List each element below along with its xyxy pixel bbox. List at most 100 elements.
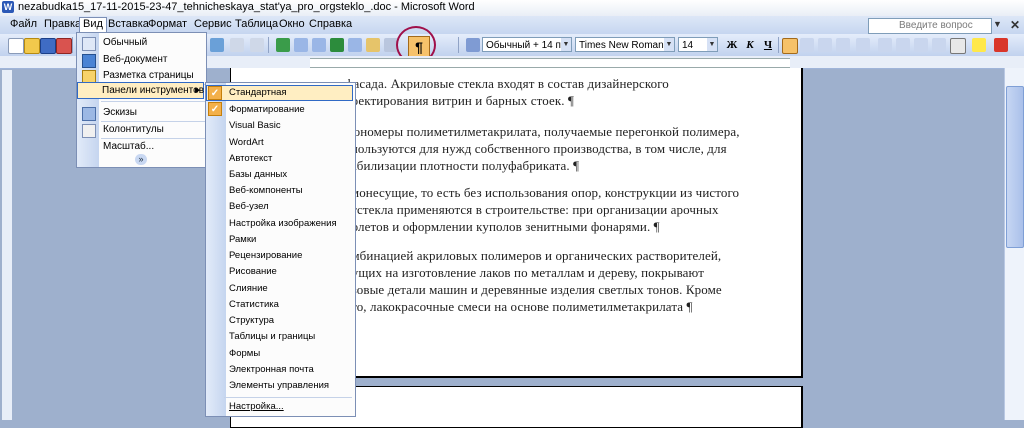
toolbar-database[interactable]: Базы данных xyxy=(229,169,287,180)
toolbar-mail-merge[interactable]: Слияние xyxy=(229,283,268,294)
help-search-placeholder: Введите вопрос xyxy=(899,20,973,31)
menu-separator xyxy=(224,397,352,398)
toolbar-tables-borders[interactable]: Таблицы и границы xyxy=(229,331,315,342)
new-document-icon[interactable] xyxy=(8,38,24,54)
toolbar-outlining[interactable]: Структура xyxy=(229,315,274,326)
align-left-icon[interactable] xyxy=(782,38,798,54)
view-web-layout[interactable]: Веб-документ xyxy=(103,54,168,65)
toolbar-visual-basic[interactable]: Visual Basic xyxy=(229,120,281,131)
toolbar-web[interactable]: Веб-узел xyxy=(229,201,269,212)
expand-menu-icon[interactable]: » xyxy=(135,154,147,165)
toolbar-reviewing[interactable]: Рецензирование xyxy=(229,250,302,261)
menu-file[interactable]: Файл xyxy=(10,18,37,30)
close-document-icon[interactable]: ✕ xyxy=(1010,18,1020,32)
menu-window[interactable]: Окно xyxy=(279,18,305,30)
doc-line: Лономеры полиметилметакрилата, получаемы… xyxy=(345,124,740,139)
view-zoom[interactable]: Масштаб... xyxy=(103,141,154,152)
bullets-icon[interactable] xyxy=(896,38,910,52)
redo-icon[interactable] xyxy=(250,38,264,52)
format-painter-icon[interactable] xyxy=(210,38,224,52)
view-print-layout[interactable]: Разметка страницы xyxy=(103,70,194,81)
view-normal[interactable]: Обычный xyxy=(103,37,147,48)
hyperlink-icon[interactable] xyxy=(276,38,290,52)
doc-line: спользуются для нужд собственного произв… xyxy=(345,141,727,156)
web-layout-icon xyxy=(82,54,96,68)
view-header-footer[interactable]: Колонтитулы xyxy=(103,124,164,135)
decrease-indent-icon[interactable] xyxy=(914,38,928,52)
menu-separator xyxy=(101,121,205,122)
toolbar-picture[interactable]: Настройка изображения xyxy=(229,218,337,229)
doc-line: табилизации плотности полуфабриката. ¶ xyxy=(345,158,580,173)
doc-line: фасада. Акриловые стекла входят в состав… xyxy=(345,76,669,91)
drawing-icon[interactable] xyxy=(366,38,380,52)
submenu-arrow-icon: ▶ xyxy=(195,87,201,94)
align-center-icon[interactable] xyxy=(800,38,814,52)
toolbar-wordart[interactable]: WordArt xyxy=(229,137,264,148)
vertical-ruler[interactable] xyxy=(2,70,12,420)
menu-separator xyxy=(101,101,205,102)
toolbar-autotext[interactable]: Автотекст xyxy=(229,153,272,164)
toolbar-forms[interactable]: Формы xyxy=(229,348,260,359)
font-combo[interactable]: Times New Roman ▼ xyxy=(575,37,675,52)
font-color-icon[interactable] xyxy=(994,38,1008,52)
word-app-icon[interactable]: W xyxy=(2,1,14,13)
view-toolbars[interactable]: Панели инструментов xyxy=(102,85,204,96)
font-size-combo[interactable]: 14 ▼ xyxy=(678,37,718,52)
check-icon: ✓ xyxy=(208,86,222,100)
increase-indent-icon[interactable] xyxy=(932,38,946,52)
help-dropdown-icon[interactable]: ▼ xyxy=(993,19,1002,29)
justify-icon[interactable] xyxy=(836,38,850,52)
chevron-down-icon: ▼ xyxy=(707,38,717,51)
menu-insert[interactable]: Вставка xyxy=(108,18,149,30)
menu-edit[interactable]: Правка xyxy=(44,18,81,30)
menu-table[interactable]: Таблица xyxy=(235,18,278,30)
toolbar-web-tools[interactable]: Веб-компоненты xyxy=(229,185,303,196)
underline-button[interactable]: Ч xyxy=(760,37,776,53)
bold-button[interactable]: Ж xyxy=(724,37,740,53)
undo-icon[interactable] xyxy=(230,38,244,52)
menu-help[interactable]: Справка xyxy=(309,18,352,30)
insert-table-icon[interactable] xyxy=(312,38,326,52)
doc-line: узовые детали машин и деревянные изделия… xyxy=(345,282,722,297)
doc-line: дущих на изготовление лаков по металлам … xyxy=(345,265,704,280)
doc-line: ролетов и оформлении куполов зенитными ф… xyxy=(345,219,660,234)
toolbar-separator xyxy=(458,37,459,53)
align-right-icon[interactable] xyxy=(818,38,832,52)
borders-icon[interactable] xyxy=(950,38,966,54)
line-spacing-icon[interactable] xyxy=(856,38,870,52)
toolbar-email[interactable]: Электронная почта xyxy=(229,364,314,375)
save-icon[interactable] xyxy=(40,38,56,54)
toolbar-standard[interactable]: Стандартная xyxy=(229,87,287,98)
toolbar-separator xyxy=(778,37,779,53)
toolbar-formatting[interactable]: Форматирование xyxy=(229,104,305,115)
toolbar-drawing[interactable]: Рисование xyxy=(229,266,277,277)
doc-line: омбинацией акриловых полимеров и органич… xyxy=(345,248,722,263)
doc-line: амонесущие, то есть без использования оп… xyxy=(345,185,740,200)
toolbar-customize[interactable]: Настройка... xyxy=(229,401,284,412)
highlight-icon[interactable] xyxy=(972,38,986,52)
scrollbar-thumb[interactable] xyxy=(1006,86,1024,248)
toolbar-control-toolbox[interactable]: Элементы управления xyxy=(229,380,329,391)
doc-line: ого, лакокрасочные смеси на основе полим… xyxy=(345,299,693,314)
title-bar: W nezabudka15_17-11-2015-23-47_tehniches… xyxy=(0,0,1024,16)
insert-excel-icon[interactable] xyxy=(330,38,344,52)
styles-icon[interactable] xyxy=(466,38,480,52)
menu-gutter xyxy=(206,83,226,416)
toolbar-word-count[interactable]: Статистика xyxy=(229,299,279,310)
ruler-text-area[interactable] xyxy=(310,58,790,68)
chevron-down-icon: ▼ xyxy=(664,38,674,51)
tables-borders-icon[interactable] xyxy=(294,38,308,52)
italic-button[interactable]: К xyxy=(742,37,758,53)
menu-format[interactable]: Формат xyxy=(148,18,187,30)
font-size-value: 14 xyxy=(682,40,694,51)
open-folder-icon[interactable] xyxy=(24,38,40,54)
columns-icon[interactable] xyxy=(348,38,362,52)
style-combo[interactable]: Обычный + 14 пт ▼ xyxy=(482,37,572,52)
menu-tools[interactable]: Сервис xyxy=(194,18,232,30)
view-thumbnails[interactable]: Эскизы xyxy=(103,107,137,118)
permission-icon[interactable] xyxy=(56,38,72,54)
chevron-down-icon: ▼ xyxy=(561,38,571,51)
numbering-icon[interactable] xyxy=(878,38,892,52)
help-search-input[interactable]: Введите вопрос xyxy=(868,18,992,34)
toolbar-frames[interactable]: Рамки xyxy=(229,234,256,245)
